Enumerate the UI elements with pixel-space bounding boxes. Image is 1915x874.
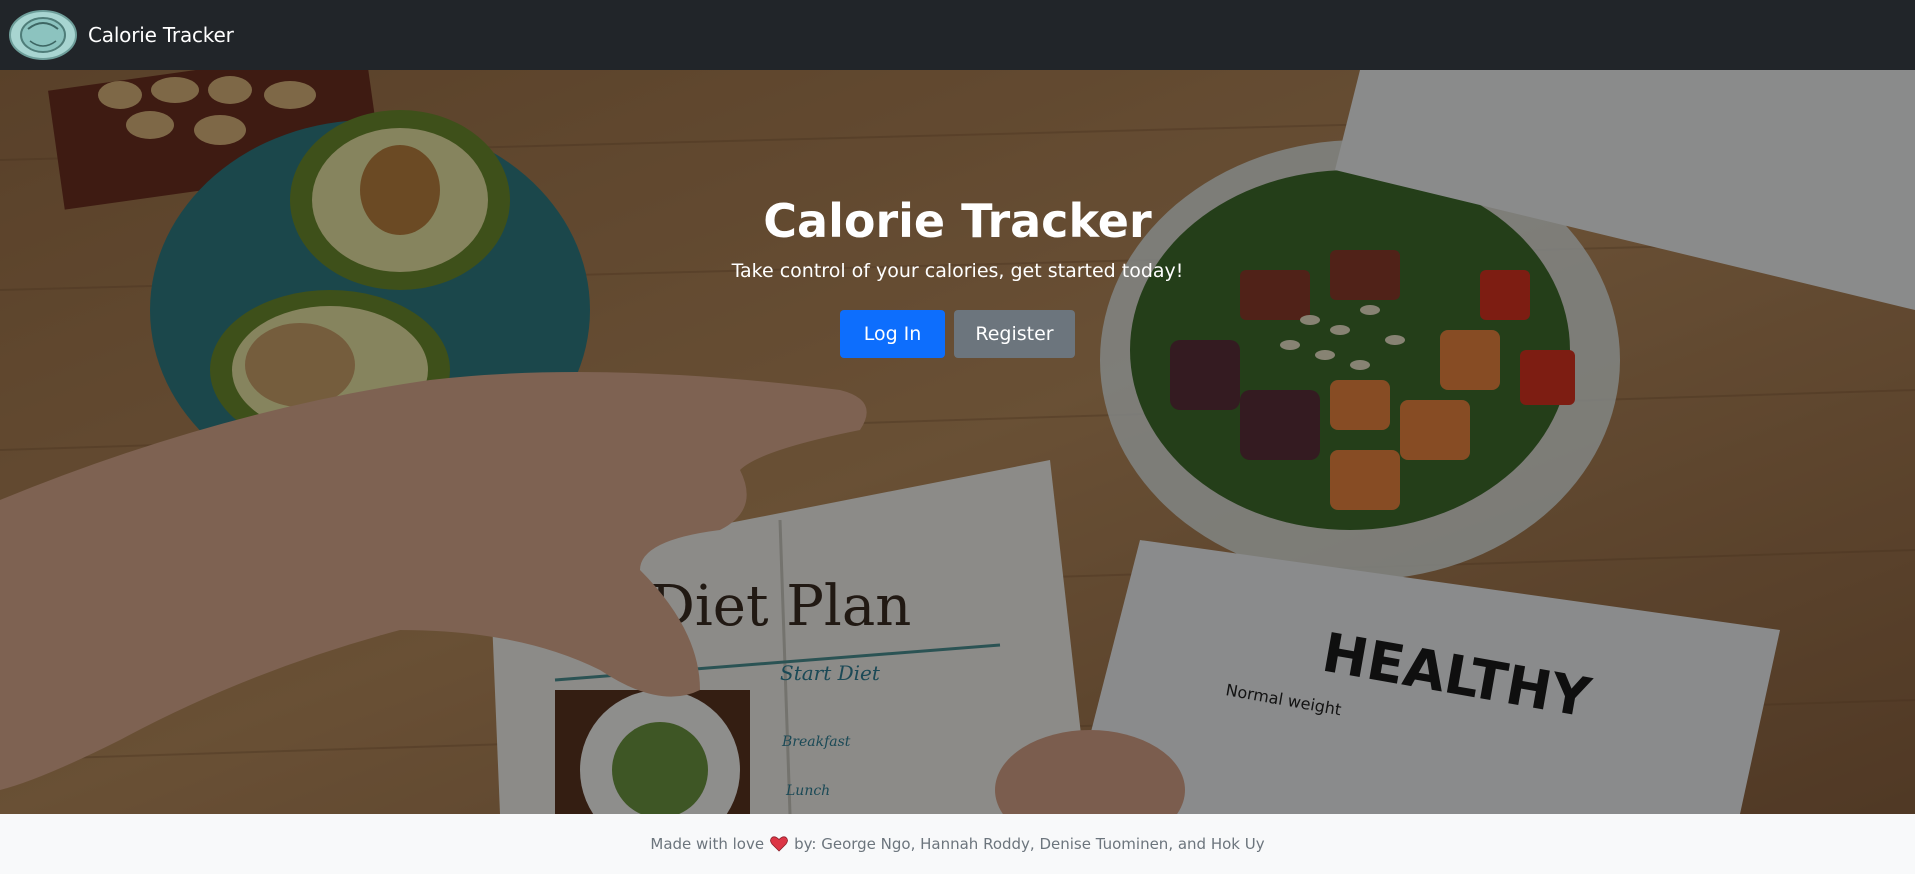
hero-title: Calorie Tracker [763, 194, 1152, 248]
login-button[interactable]: Log In [840, 310, 945, 358]
plate-logo-icon[interactable] [8, 9, 78, 61]
footer-prefix: Made with love [650, 835, 765, 853]
hero-section: Diet Plan Start Diet Breakfast Lunch HEA… [0, 70, 1915, 814]
navbar: Calorie Tracker [0, 0, 1915, 70]
hero-actions: Log In Register [0, 310, 1915, 358]
hero-overlay [0, 70, 1915, 814]
heart-icon [770, 836, 788, 852]
hero-subtitle: Take control of your calories, get start… [731, 260, 1184, 282]
navbar-brand[interactable]: Calorie Tracker [88, 23, 234, 47]
register-button[interactable]: Register [954, 310, 1075, 358]
footer-credits: by: George Ngo, Hannah Roddy, Denise Tuo… [794, 835, 1265, 853]
footer: Made with love by: George Ngo, Hannah Ro… [0, 814, 1915, 874]
